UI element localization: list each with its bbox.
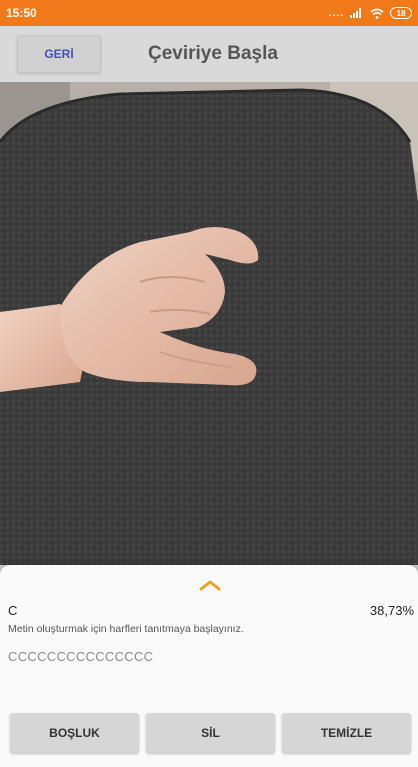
hint-text: Metin oluşturmak için harfleri tanıtmaya…	[8, 623, 244, 635]
page-title: Çeviriye Başla	[148, 43, 278, 64]
battery-level: 18	[396, 8, 406, 18]
notification-dots-icon: ....	[328, 7, 344, 19]
status-bar: 15:50 .... 18	[0, 0, 418, 26]
status-icons: .... 18	[329, 7, 412, 19]
battery-icon: 18	[390, 7, 412, 19]
wifi-icon	[370, 8, 384, 19]
app-header: GERİ Çeviriye Başla	[0, 26, 418, 82]
chevron-up-icon[interactable]	[199, 579, 221, 591]
output-text: CCCCCCCCCCCCCCC	[8, 649, 154, 664]
back-button[interactable]: GERİ	[17, 35, 101, 73]
clear-button[interactable]: TEMİZLE	[282, 713, 411, 753]
recognized-letter: C	[8, 603, 18, 618]
delete-button[interactable]: SİL	[146, 713, 275, 753]
signal-icon	[350, 8, 361, 18]
translation-panel: C 38,73% Metin oluşturmak için harfleri …	[0, 565, 418, 767]
status-time: 15:50	[6, 6, 37, 20]
space-button[interactable]: BOŞLUK	[10, 713, 139, 753]
camera-preview	[0, 82, 418, 565]
camera-frame-image	[0, 82, 418, 565]
confidence-value: 38,73%	[369, 603, 414, 618]
